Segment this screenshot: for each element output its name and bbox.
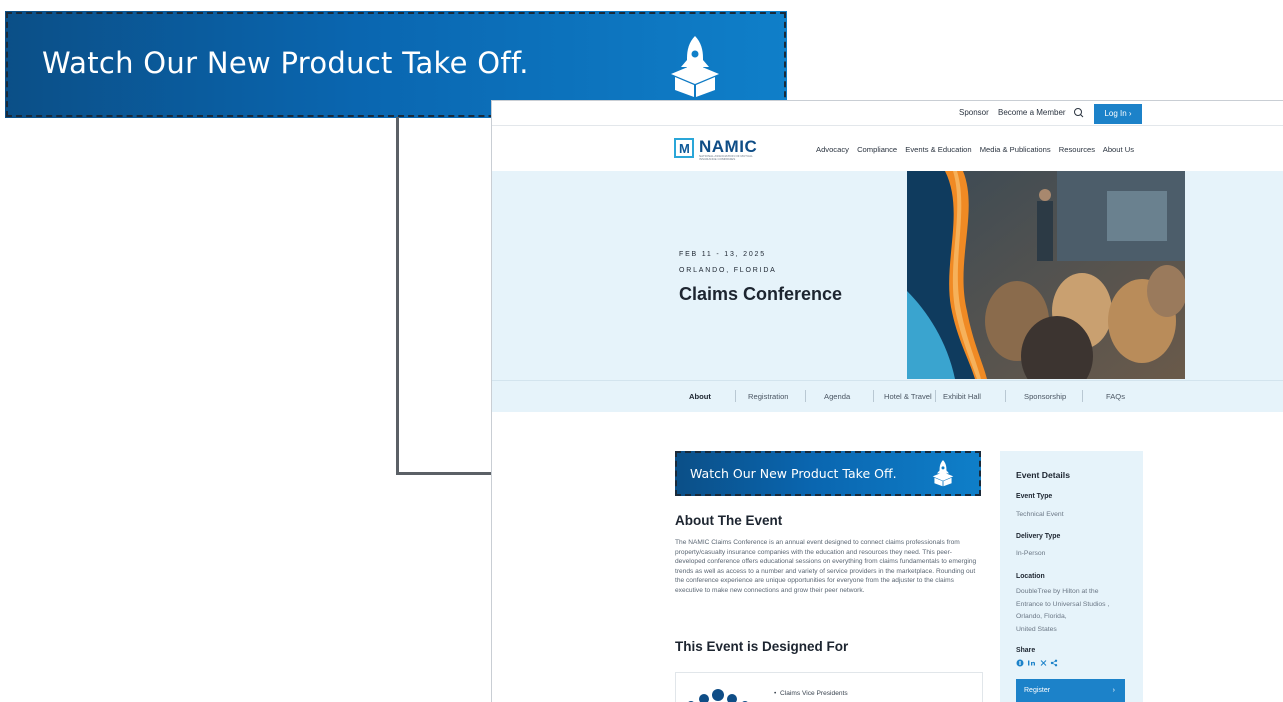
namic-logo[interactable]: M NAMIC NATIONAL ASSOCIATION OF MUTUAL I… [674,137,764,161]
event-type-value: Technical Event [1016,511,1064,518]
tab-divider [935,390,936,402]
tab-divider [1005,390,1006,402]
tab-hotel-travel[interactable]: Hotel & Travel [884,392,932,401]
nav-events-education[interactable]: Events & Education [905,145,971,154]
nav-advocacy[interactable]: Advocacy [816,145,849,154]
callout-small-text: Watch Our New Product Take Off. [690,466,897,481]
search-icon[interactable] [1072,106,1086,120]
share-icons [1016,659,1058,667]
tab-divider [1082,390,1083,402]
tab-exhibit-hall[interactable]: Exhibit Hall [943,392,981,401]
callout-banner-small[interactable]: Watch Our New Product Take Off. [675,451,981,496]
x-icon[interactable] [1040,660,1047,666]
tab-registration[interactable]: Registration [748,392,789,401]
register-button[interactable]: Register › [1016,679,1125,702]
tab-about[interactable]: About [689,392,711,401]
event-title: Claims Conference [679,284,843,304]
location-value: DoubleTree by Hilton at the Entrance to … [1016,588,1110,634]
people-group-icon [688,689,748,702]
nav-media-publications[interactable]: Media & Publications [980,145,1051,154]
tab-divider [735,390,736,402]
linkedin-icon[interactable] [1028,660,1035,666]
main-nav: Advocacy Compliance Events & Education M… [816,145,1140,154]
event-location: ORLANDO, FLORIDA [679,267,777,274]
designed-for-item: • Claims Vice Presidents [774,690,848,697]
event-details-panel: Event Details Event Type Technical Event… [1000,451,1143,702]
share-icon[interactable] [1050,659,1058,667]
about-heading: About The Event [675,513,783,528]
rocket-in-box-icon [932,460,954,487]
event-page-screenshot: Sponsor Become a Member Log In › M NAMIC… [491,100,1283,702]
nav-compliance[interactable]: Compliance [857,145,897,154]
rocket-in-box-icon [671,36,719,97]
delivery-type-label: Delivery Type [1016,533,1061,540]
designed-for-heading: This Event is Designed For [675,639,849,654]
event-type-label: Event Type [1016,493,1053,500]
delivery-type-value: In-Person [1016,550,1046,557]
nav-resources[interactable]: Resources [1059,145,1095,154]
share-label: Share [1016,647,1036,654]
logo-mark: M [674,138,694,158]
nav-about-us[interactable]: About Us [1103,145,1134,154]
chevron-right-icon: › [1112,687,1115,694]
event-details-heading: Event Details [1016,470,1070,480]
tab-agenda[interactable]: Agenda [824,392,850,401]
conference-audience-photo [907,171,1185,379]
connector-line-vertical [396,117,399,475]
utility-bar: Sponsor Become a Member Log In › [492,101,1283,126]
tab-divider [873,390,874,402]
tab-faqs[interactable]: FAQs [1106,392,1125,401]
about-body: The NAMIC Claims Conference is an annual… [675,539,977,594]
facebook-icon[interactable] [1016,659,1024,667]
login-button[interactable]: Log In › [1094,104,1142,124]
sponsor-link[interactable]: Sponsor [959,108,989,117]
callout-text: Watch Our New Product Take Off. [42,46,529,80]
event-hero: FEB 11 - 13, 2025 ORLANDO, FLORIDA Claim… [492,171,1283,380]
become-member-link[interactable]: Become a Member [998,108,1066,117]
event-date: FEB 11 - 13, 2025 [679,251,766,258]
logo-tagline: NATIONAL ASSOCIATION OF MUTUAL INSURANCE… [699,154,753,161]
event-subnav: About Registration Agenda Hotel & Travel… [492,380,1283,412]
tab-divider [805,390,806,402]
location-label: Location [1016,573,1045,580]
tab-sponsorship[interactable]: Sponsorship [1024,392,1066,401]
designed-for-card: • Claims Vice Presidents [675,672,983,702]
